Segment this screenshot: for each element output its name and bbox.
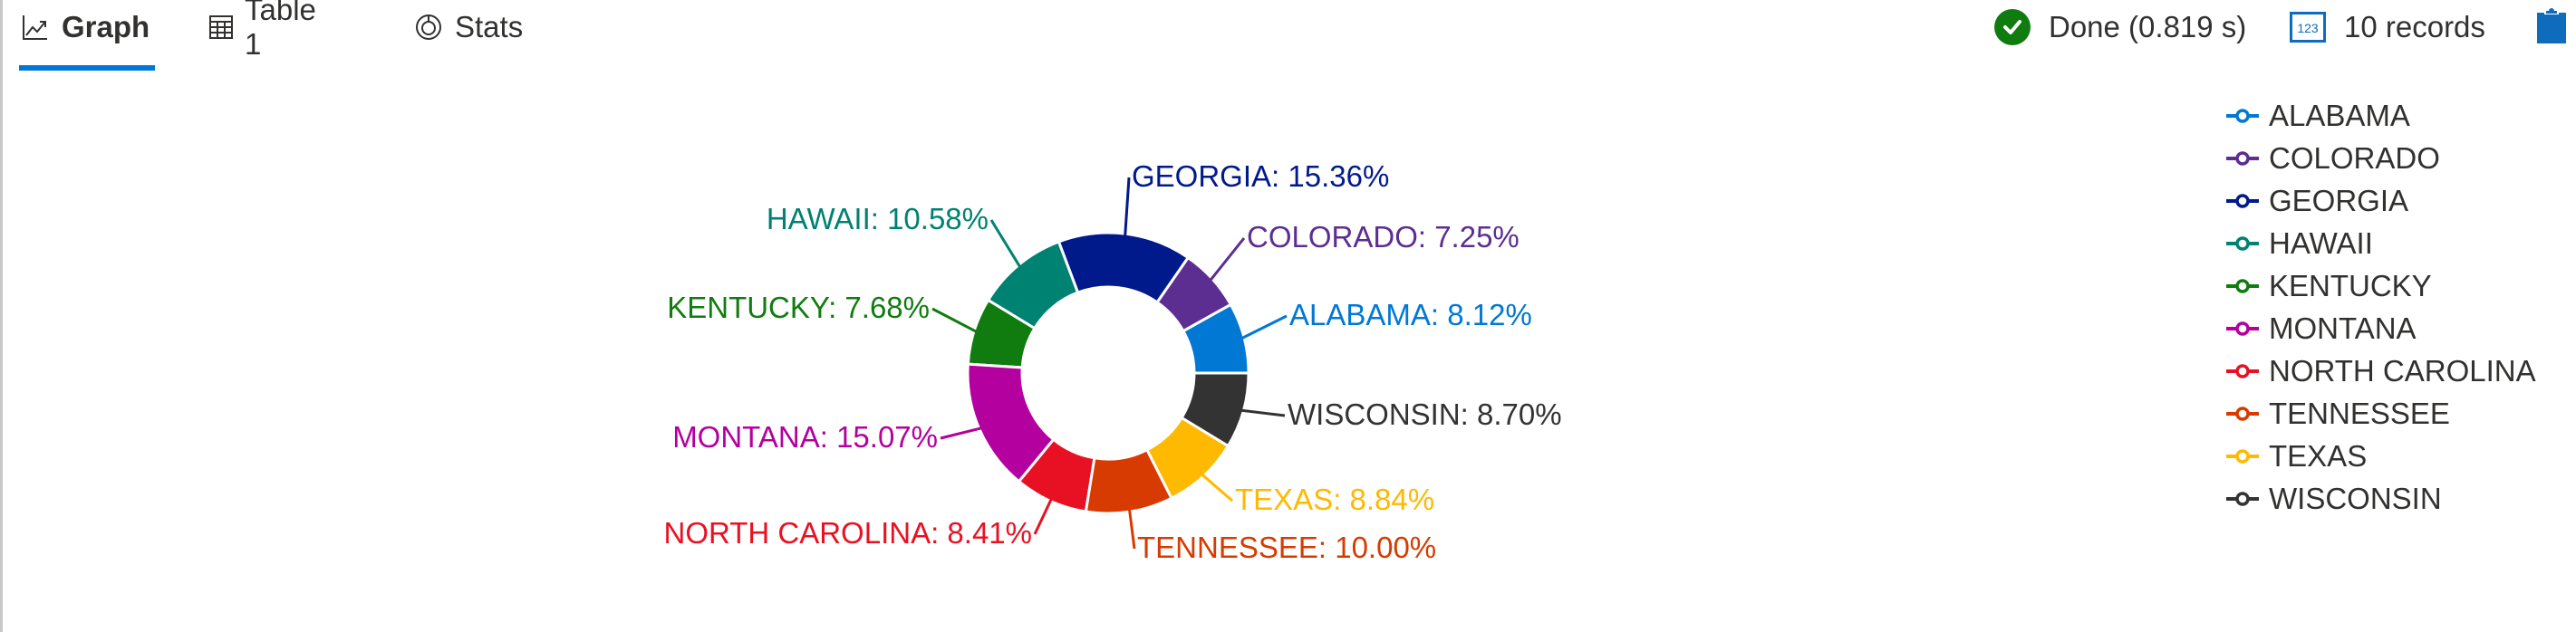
legend-marker-icon bbox=[2226, 193, 2259, 208]
data-label-wisconsin: WISCONSIN: 8.70% bbox=[1288, 397, 1562, 431]
leader-line-wisconsin bbox=[1241, 408, 1286, 417]
legend-item-label: HAWAII bbox=[2269, 225, 2373, 260]
legend-marker-icon bbox=[2226, 235, 2259, 251]
legend-item-north-carolina[interactable]: NORTH CAROLINA bbox=[2225, 350, 2536, 392]
legend-item-label: MONTANA bbox=[2269, 311, 2417, 345]
legend-marker-icon bbox=[2226, 321, 2259, 336]
legend-item-georgia[interactable]: GEORGIA bbox=[2225, 179, 2536, 222]
data-label-tennessee: TENNESSEE: 10.00% bbox=[1137, 531, 1436, 564]
data-label-hawaii: HAWAII: 10.58% bbox=[767, 202, 989, 235]
legend-marker-icon bbox=[2226, 491, 2259, 506]
legend-marker-icon bbox=[2226, 363, 2259, 378]
leader-line-north-carolina bbox=[1033, 498, 1053, 535]
legend-item-kentucky[interactable]: KENTUCKY bbox=[2225, 264, 2536, 307]
data-label-montana: MONTANA: 15.07% bbox=[672, 420, 938, 454]
data-label-texas: TEXAS: 8.84% bbox=[1235, 483, 1434, 516]
data-label-north-carolina: NORTH CAROLINA: 8.41% bbox=[663, 516, 1032, 550]
legend-item-label: COLORADO bbox=[2269, 140, 2440, 175]
donut-chart: ALABAMA: 8.12% COLORADO: 7.25% GEORGIA: … bbox=[663, 159, 1562, 564]
legend-item-wisconsin[interactable]: WISCONSIN bbox=[2225, 477, 2536, 520]
legend-item-texas[interactable]: TEXAS bbox=[2225, 435, 2536, 477]
legend-marker-icon bbox=[2226, 108, 2259, 123]
legend-item-label: WISCONSIN bbox=[2269, 481, 2442, 515]
leader-line-texas bbox=[1201, 474, 1233, 503]
legend-item-label: ALABAMA bbox=[2269, 98, 2410, 132]
legend-item-montana[interactable]: MONTANA bbox=[2225, 307, 2536, 350]
legend-item-label: TENNESSEE bbox=[2269, 396, 2450, 430]
legend-item-alabama[interactable]: ALABAMA bbox=[2225, 94, 2536, 137]
leader-line-montana bbox=[940, 426, 982, 440]
legend-marker-icon bbox=[2226, 150, 2259, 166]
leader-line-alabama bbox=[1241, 314, 1288, 340]
legend-marker-icon bbox=[2226, 278, 2259, 293]
data-label-georgia: GEORGIA: 15.36% bbox=[1132, 159, 1389, 193]
leader-line-hawaii bbox=[989, 219, 1021, 267]
legend-item-label: TEXAS bbox=[2269, 438, 2368, 473]
legend-marker-icon bbox=[2226, 406, 2259, 421]
leader-line-georgia bbox=[1124, 177, 1131, 236]
data-label-colorado: COLORADO: 7.25% bbox=[1247, 220, 1520, 254]
leader-line-colorado bbox=[1210, 237, 1246, 282]
data-label-alabama: ALABAMA: 8.12% bbox=[1289, 298, 1532, 331]
data-label-kentucky: KENTUCKY: 7.68% bbox=[667, 291, 930, 324]
legend-item-tennessee[interactable]: TENNESSEE bbox=[2225, 392, 2536, 435]
legend-item-label: KENTUCKY bbox=[2269, 268, 2432, 302]
legend-item-label: GEORGIA bbox=[2269, 183, 2409, 217]
legend-item-colorado[interactable]: COLORADO bbox=[2225, 137, 2536, 179]
leader-line-kentucky bbox=[931, 307, 977, 333]
leader-line-tennessee bbox=[1128, 509, 1136, 550]
legend-item-label: NORTH CAROLINA bbox=[2269, 353, 2536, 388]
legend-item-hawaii[interactable]: HAWAII bbox=[2225, 222, 2536, 264]
chart-legend: ALABAMA COLORADO GEORGIA HAWAII KENTUCKY MONT… bbox=[2225, 94, 2536, 520]
legend-marker-icon bbox=[2226, 448, 2259, 464]
